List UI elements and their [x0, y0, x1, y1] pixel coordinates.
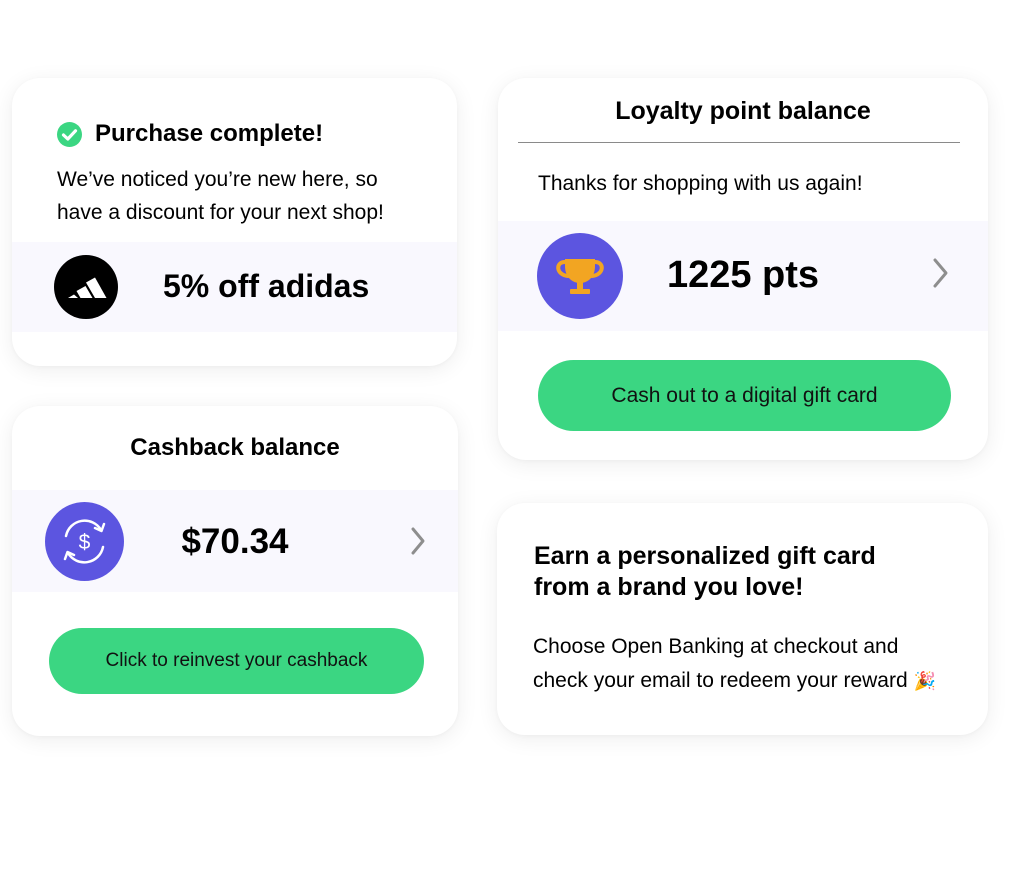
purchase-title: Purchase complete!	[95, 120, 324, 147]
giftcard-heading-line1: Earn a personalized gift card	[534, 542, 876, 570]
cashback-row[interactable]: $ $70.34	[12, 490, 458, 592]
giftcard-body-line2: check your email to redeem your reward 🎉	[533, 669, 936, 693]
cashback-title: Cashback balance	[130, 434, 340, 461]
offer-row[interactable]: 5% off adidas	[12, 242, 457, 332]
purchase-message-line2: have a discount for your next shop!	[57, 201, 384, 224]
cashback-card: Cashback balance $ $70.34 Click to reinv…	[12, 406, 458, 736]
giftcard-card: Earn a personalized gift card from a bra…	[497, 503, 988, 735]
giftcard-body-line1: Choose Open Banking at checkout and	[533, 635, 899, 658]
chevron-right-icon[interactable]	[409, 526, 427, 561]
offer-label: 5% off adidas	[163, 268, 370, 304]
purchase-message-line1: We’ve noticed you’re new here, so	[57, 168, 378, 191]
title-divider	[518, 142, 960, 143]
party-popper-icon: 🎉	[913, 671, 936, 691]
loyalty-card: Loyalty point balance Thanks for shoppin…	[498, 78, 988, 460]
giftcard-heading-line2: from a brand you love!	[534, 573, 804, 601]
adidas-logo	[54, 255, 118, 319]
giftcard-body-text: check your email to redeem your reward	[533, 669, 908, 692]
loyalty-subtitle: Thanks for shopping with us again!	[538, 172, 863, 195]
cash-out-button[interactable]: Cash out to a digital gift card	[538, 360, 951, 431]
cashback-amount: $70.34	[181, 522, 289, 561]
loyalty-title: Loyalty point balance	[615, 97, 871, 125]
reinvest-button[interactable]: Click to reinvest your cashback	[49, 628, 424, 694]
chevron-right-icon[interactable]	[930, 257, 950, 294]
purchase-card: Purchase complete! We’ve noticed you’re …	[12, 78, 457, 366]
points-row[interactable]: 1225 pts	[498, 221, 988, 331]
points-value: 1225 pts	[666, 254, 820, 296]
check-circle-icon	[57, 122, 82, 147]
